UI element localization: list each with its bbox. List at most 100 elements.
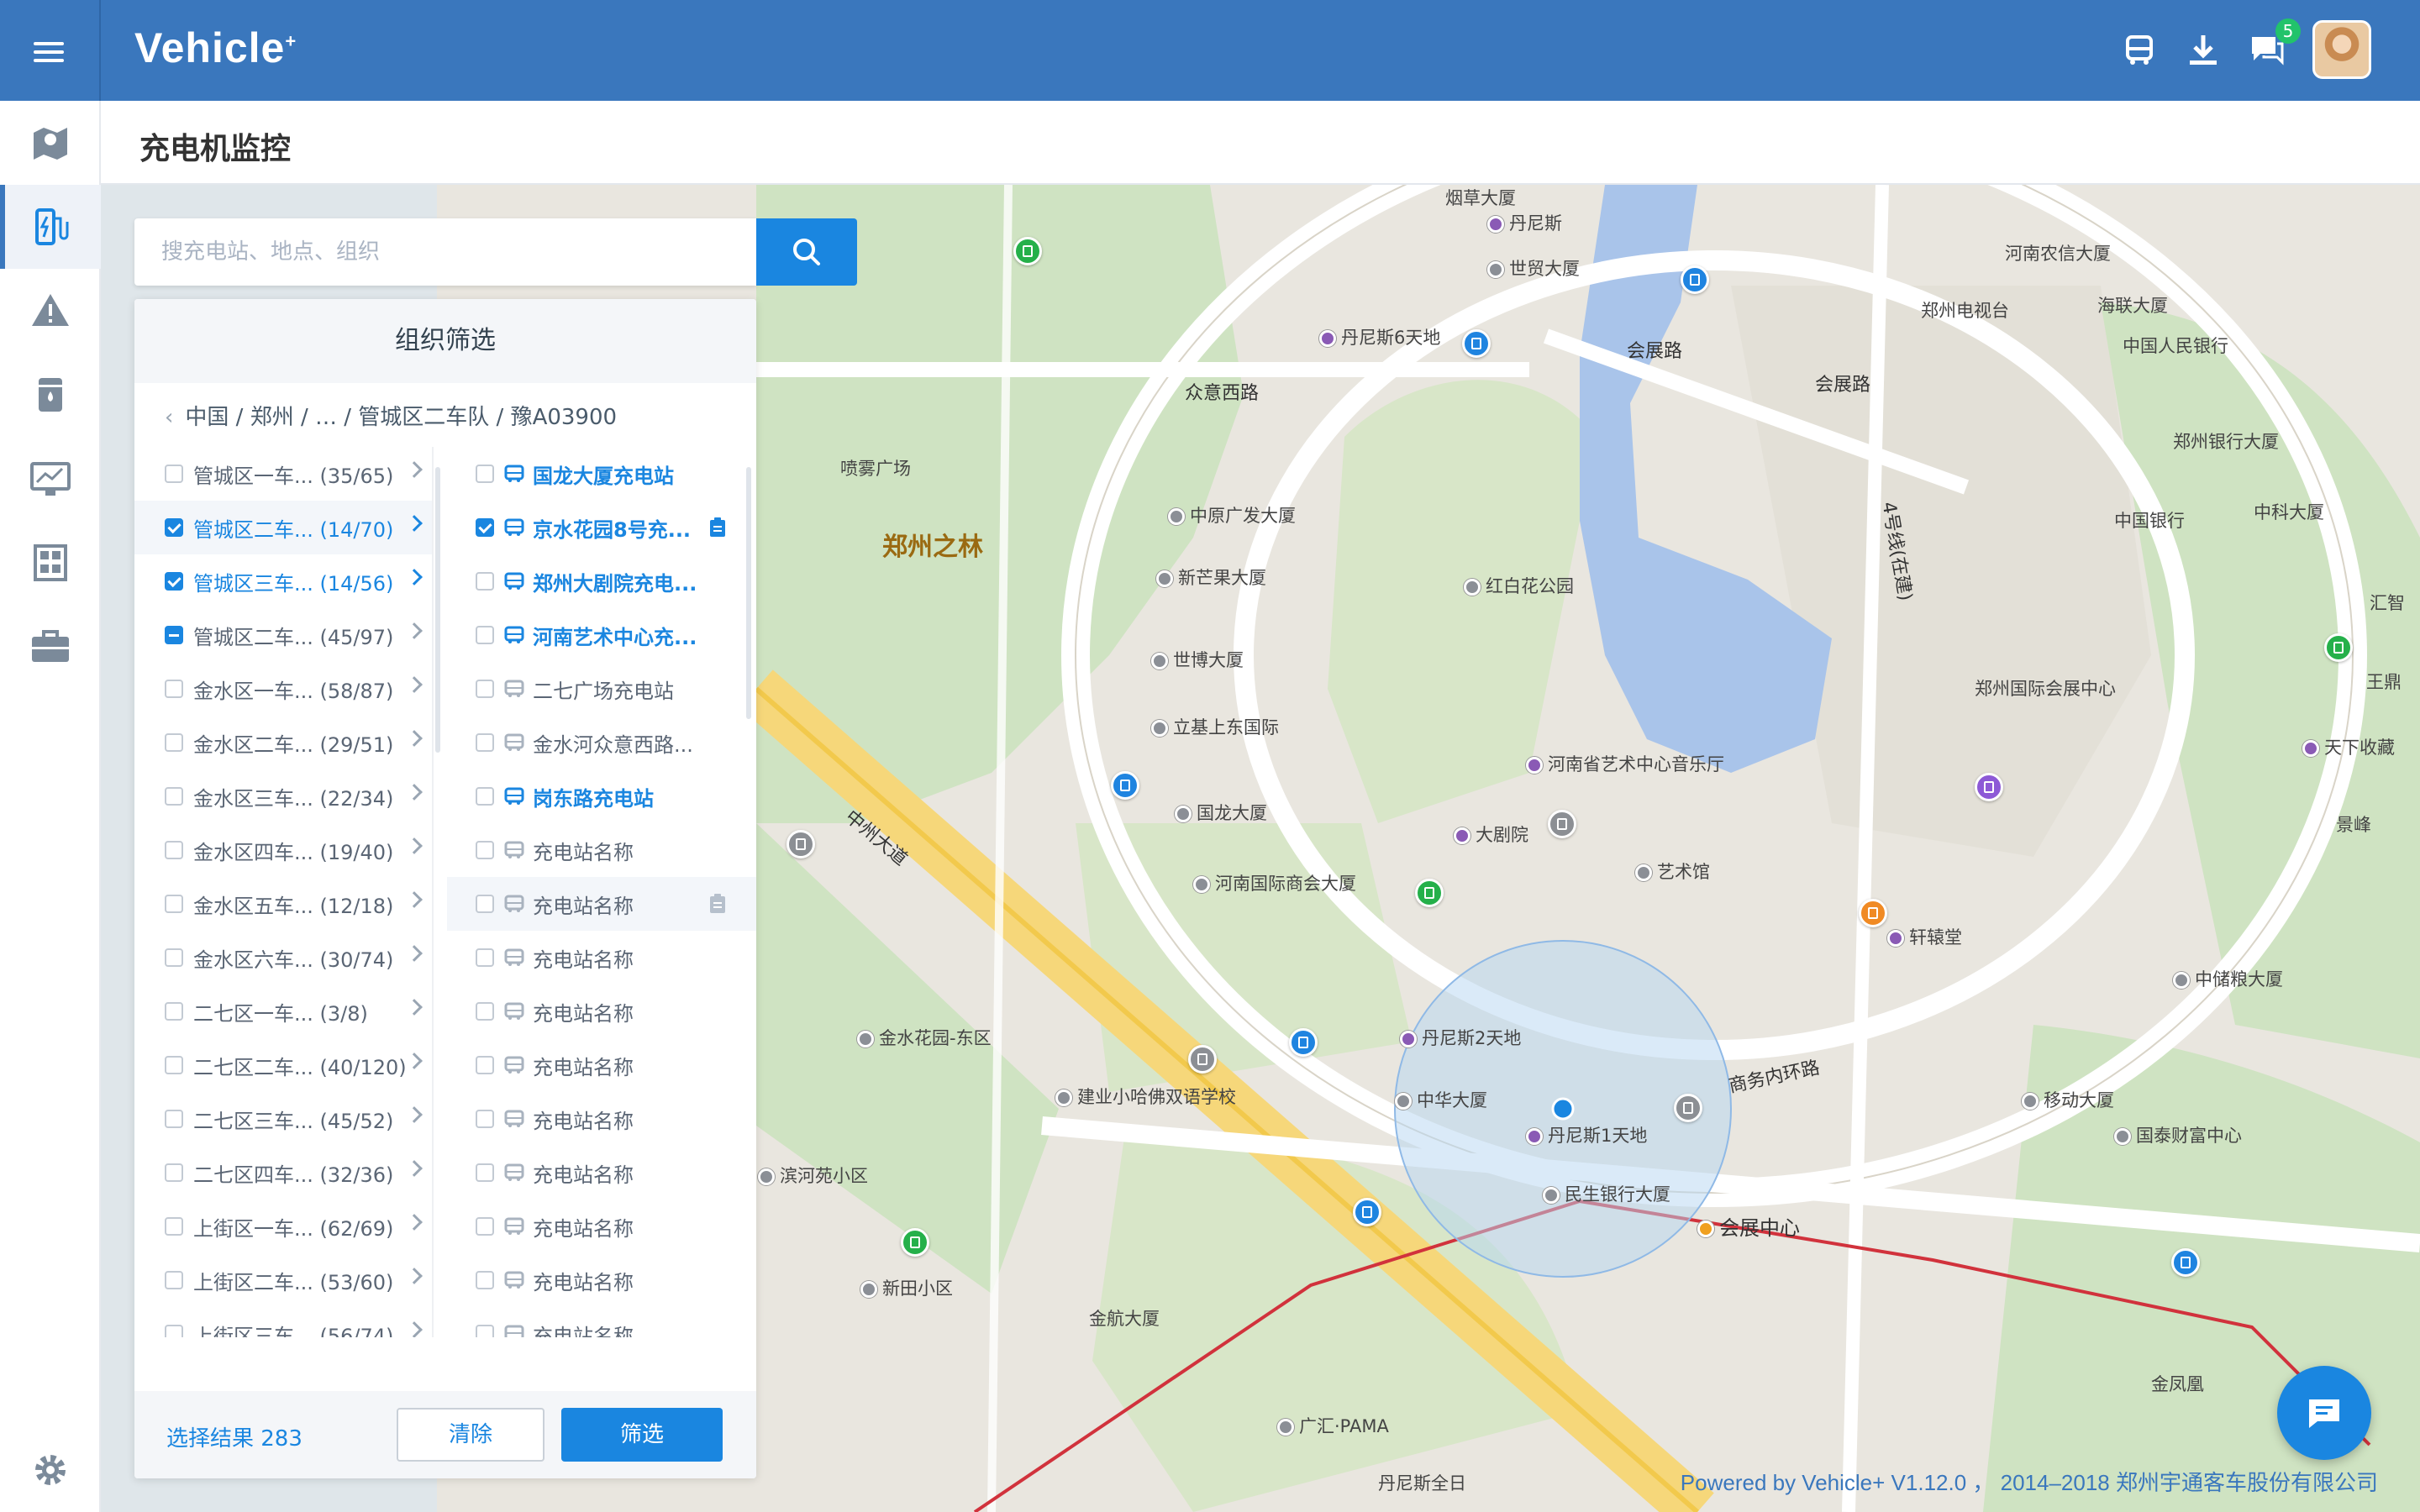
station-row[interactable]: 郑州大剧院充电...	[447, 554, 756, 608]
group-row[interactable]: 二七区二车... (40/120)	[134, 1038, 432, 1092]
charging-station-icon[interactable]	[0, 185, 101, 269]
charging-station-pin[interactable]	[2171, 1248, 2200, 1277]
station-row[interactable]: 充电站名称	[447, 1307, 756, 1337]
clipboard-icon[interactable]	[709, 517, 726, 538]
group-checkbox[interactable]	[165, 1217, 183, 1236]
charging-station-pin[interactable]	[1681, 265, 1709, 294]
grid-icon[interactable]	[0, 521, 101, 605]
station-row[interactable]: 充电站名称	[447, 1253, 756, 1307]
charging-station-pin[interactable]	[1548, 810, 1576, 838]
station-row[interactable]: 河南艺术中心充...	[447, 608, 756, 662]
station-row[interactable]: 国龙大厦充电站	[447, 447, 756, 501]
charging-station-pin[interactable]	[901, 1228, 929, 1257]
charging-station-pin[interactable]	[786, 830, 815, 858]
search-button[interactable]	[756, 218, 857, 286]
station-row[interactable]: 充电站名称	[447, 984, 756, 1038]
station-row[interactable]: 京水花园8号充...	[447, 501, 756, 554]
clipboard-icon[interactable]	[709, 894, 726, 914]
scrollbar[interactable]	[746, 467, 751, 719]
station-row[interactable]: 充电站名称	[447, 877, 756, 931]
group-checkbox[interactable]	[165, 895, 183, 913]
group-row[interactable]: 上街区三车... (56/74)	[134, 1307, 432, 1337]
station-row[interactable]: 二七广场充电站	[447, 662, 756, 716]
station-checkbox[interactable]	[476, 787, 494, 806]
station-checkbox[interactable]	[476, 1217, 494, 1236]
station-row[interactable]: 充电站名称	[447, 823, 756, 877]
monitor-chart-icon[interactable]	[0, 437, 101, 521]
group-checkbox[interactable]	[165, 518, 183, 537]
station-row[interactable]: 岗东路充电站	[447, 769, 756, 823]
station-row[interactable]: 充电站名称	[447, 931, 756, 984]
group-row[interactable]: 上街区一车... (62/69)	[134, 1200, 432, 1253]
group-row[interactable]: 金水区一车... (58/87)	[134, 662, 432, 716]
group-checkbox[interactable]	[165, 948, 183, 967]
group-checkbox[interactable]	[165, 626, 183, 644]
group-row[interactable]: 金水区五车... (12/18)	[134, 877, 432, 931]
charging-station-pin[interactable]	[1674, 1094, 1702, 1122]
clear-button[interactable]: 清除	[397, 1408, 544, 1462]
station-checkbox[interactable]	[476, 1110, 494, 1128]
group-row[interactable]: 管城区一车... (35/65)	[134, 447, 432, 501]
group-checkbox[interactable]	[165, 680, 183, 698]
chevron-right-icon[interactable]	[406, 784, 423, 801]
alert-icon[interactable]	[0, 269, 101, 353]
chevron-right-icon[interactable]	[406, 1160, 423, 1177]
chevron-left-icon[interactable]: ‹	[165, 405, 173, 430]
station-checkbox[interactable]	[476, 680, 494, 698]
station-checkbox[interactable]	[476, 733, 494, 752]
group-row[interactable]: 金水区六车... (30/74)	[134, 931, 432, 984]
breadcrumb[interactable]: ‹ 中国 / 郑州 / … / 管城区二车队 / 豫A03900	[165, 400, 617, 431]
scrollbar[interactable]	[435, 467, 440, 753]
charging-station-pin[interactable]	[2324, 633, 2353, 662]
group-row[interactable]: 金水区二车... (29/51)	[134, 716, 432, 769]
group-row[interactable]: 管城区三车... (14/56)	[134, 554, 432, 608]
group-checkbox[interactable]	[165, 733, 183, 752]
group-row[interactable]: 二七区四车... (32/36)	[134, 1146, 432, 1200]
settings-icon[interactable]	[0, 1428, 101, 1512]
group-row[interactable]: 二七区三车... (45/52)	[134, 1092, 432, 1146]
chevron-right-icon[interactable]	[406, 1106, 423, 1123]
group-row[interactable]: 管城区二车... (45/97)	[134, 608, 432, 662]
station-checkbox[interactable]	[476, 572, 494, 591]
tank-icon[interactable]	[0, 353, 101, 437]
group-checkbox[interactable]	[165, 787, 183, 806]
group-row[interactable]: 金水区三车... (22/34)	[134, 769, 432, 823]
charging-station-pin[interactable]	[1859, 899, 1887, 927]
chevron-right-icon[interactable]	[406, 837, 423, 854]
station-checkbox[interactable]	[476, 626, 494, 644]
charging-station-pin[interactable]	[1462, 329, 1491, 358]
charging-station-pin[interactable]	[1415, 879, 1444, 907]
station-checkbox[interactable]	[476, 948, 494, 967]
group-checkbox[interactable]	[165, 1110, 183, 1128]
station-checkbox[interactable]	[476, 841, 494, 859]
station-checkbox[interactable]	[476, 1325, 494, 1337]
chevron-right-icon[interactable]	[406, 569, 423, 585]
chevron-right-icon[interactable]	[406, 730, 423, 747]
group-row[interactable]: 管城区二车... (14/70)	[134, 501, 432, 554]
group-checkbox[interactable]	[165, 572, 183, 591]
station-row[interactable]: 金水河众意西路...	[447, 716, 756, 769]
chevron-right-icon[interactable]	[406, 1268, 423, 1284]
group-row[interactable]: 二七区一车... (3/8)	[134, 984, 432, 1038]
group-row[interactable]: 上街区二车... (53/60)	[134, 1253, 432, 1307]
search-input[interactable]	[134, 218, 756, 286]
station-checkbox[interactable]	[476, 1056, 494, 1074]
group-row[interactable]: 金水区四车... (19/40)	[134, 823, 432, 877]
hamburger-menu-button[interactable]	[0, 0, 101, 101]
apply-filter-button[interactable]: 筛选	[561, 1408, 723, 1462]
charging-station-pin[interactable]	[1289, 1028, 1318, 1057]
charging-station-pin[interactable]	[1013, 237, 1042, 265]
chevron-right-icon[interactable]	[406, 999, 423, 1016]
charging-station-pin[interactable]	[1111, 771, 1139, 800]
download-icon[interactable]	[2183, 30, 2223, 71]
chevron-right-icon[interactable]	[406, 1214, 423, 1231]
charging-station-pin[interactable]	[1975, 773, 2003, 801]
station-row[interactable]: 充电站名称	[447, 1038, 756, 1092]
charging-station-pin[interactable]	[1353, 1198, 1381, 1226]
charging-station-pin[interactable]	[1188, 1045, 1217, 1074]
chat-button[interactable]	[2277, 1366, 2371, 1460]
chevron-right-icon[interactable]	[406, 1321, 423, 1337]
map-icon[interactable]	[0, 101, 101, 185]
group-checkbox[interactable]	[165, 465, 183, 483]
chevron-right-icon[interactable]	[406, 1053, 423, 1069]
